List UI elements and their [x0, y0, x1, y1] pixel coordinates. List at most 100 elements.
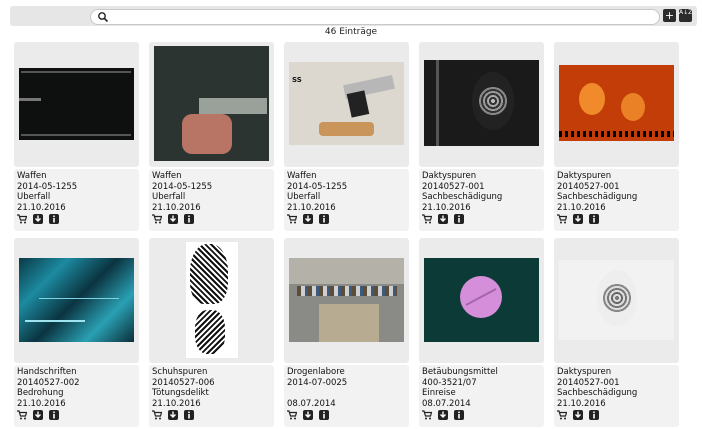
info-icon[interactable]: [454, 214, 465, 224]
cart-icon[interactable]: [152, 410, 162, 420]
card-date: 21.10.2016: [152, 398, 201, 409]
card-date: 21.10.2016: [17, 202, 66, 213]
card-offense: Überfall: [17, 192, 51, 202]
card-date: 21.10.2016: [287, 202, 336, 213]
card-number: 2014-07-0025: [287, 377, 348, 388]
card-actions: [152, 410, 195, 421]
card-photo[interactable]: [554, 42, 679, 167]
card-category: Daktyspuren: [557, 171, 612, 181]
card-photo[interactable]: [149, 42, 274, 167]
card-number: 2014-05-1255: [17, 181, 78, 192]
card-actions: [287, 410, 330, 421]
download-icon[interactable]: [33, 410, 44, 420]
info-icon[interactable]: [184, 410, 195, 420]
info-icon[interactable]: [319, 214, 330, 224]
info-icon[interactable]: [184, 214, 195, 224]
card-number: 20140527-002: [17, 377, 80, 388]
download-icon[interactable]: [438, 410, 449, 420]
download-icon[interactable]: [33, 214, 44, 224]
info-icon[interactable]: [454, 410, 465, 420]
info-icon[interactable]: [589, 214, 600, 224]
cart-icon[interactable]: [557, 214, 567, 224]
card-offense: [287, 388, 406, 399]
card-actions: [422, 214, 465, 225]
card-category: Daktyspuren: [422, 171, 477, 181]
add-button[interactable]: +: [663, 9, 676, 22]
pistol-ammo-image: SS: [289, 62, 404, 145]
info-icon[interactable]: [319, 410, 330, 420]
gunshot-image: [19, 68, 134, 140]
card-number: 20140527-006: [152, 377, 215, 388]
download-icon[interactable]: [168, 214, 179, 224]
pill-image: [424, 258, 539, 342]
cart-icon[interactable]: [17, 410, 27, 420]
card-offense: Bedrohung: [17, 388, 64, 398]
card-offense: Sachbeschädigung: [557, 192, 638, 202]
card-photo[interactable]: SS: [284, 42, 409, 167]
cart-icon[interactable]: [17, 214, 27, 224]
card-category: Waffen: [152, 171, 182, 181]
download-icon[interactable]: [438, 214, 449, 224]
download-icon[interactable]: [573, 410, 584, 420]
card-offense: Tötungsdelikt: [152, 388, 209, 398]
sort-az-button[interactable]: A↓Z: [679, 9, 692, 22]
pistol-hand-image: [154, 46, 269, 161]
card-photo[interactable]: [419, 42, 544, 167]
card-date: 21.10.2016: [17, 398, 66, 409]
card-actions: [422, 410, 465, 421]
latent-print-image: [559, 260, 674, 340]
card-number: 400-3521/07: [422, 377, 477, 388]
card-photo[interactable]: [14, 238, 139, 363]
photo-stamp: SS: [292, 76, 302, 84]
cart-icon[interactable]: [422, 214, 432, 224]
info-icon[interactable]: [49, 410, 60, 420]
info-icon[interactable]: [589, 410, 600, 420]
card-offense: Überfall: [152, 192, 186, 202]
card-offense: Sachbeschädigung: [422, 192, 503, 202]
card-offense: Sachbeschädigung: [557, 388, 638, 398]
download-icon[interactable]: [168, 410, 179, 420]
download-icon[interactable]: [573, 214, 584, 224]
card-actions: [152, 214, 195, 225]
card-number: 2014-05-1255: [287, 181, 348, 192]
card-actions: [287, 214, 330, 225]
card-actions: [557, 410, 600, 421]
download-icon[interactable]: [303, 214, 314, 224]
card-category: Handschriften: [17, 367, 77, 377]
card-date: 08.07.2014: [287, 398, 336, 409]
card-category: Daktyspuren: [557, 367, 612, 377]
card-photo[interactable]: [284, 238, 409, 363]
search-icon: [98, 12, 109, 23]
card-category: Waffen: [17, 171, 47, 181]
cart-icon[interactable]: [557, 410, 567, 420]
card-actions: [557, 214, 600, 225]
card-category: Schuhspuren: [152, 367, 208, 377]
card-photo[interactable]: [149, 238, 274, 363]
download-icon[interactable]: [303, 410, 314, 420]
card-date: 21.10.2016: [152, 202, 201, 213]
cart-icon[interactable]: [422, 410, 432, 420]
card-number: 2014-05-1255: [152, 181, 213, 192]
cart-icon[interactable]: [287, 214, 297, 224]
card-category: Betäubungsmittel: [422, 367, 498, 377]
cart-icon[interactable]: [287, 410, 297, 420]
card-number: 20140527-001: [557, 181, 620, 192]
cart-icon[interactable]: [152, 214, 162, 224]
card-photo[interactable]: [554, 238, 679, 363]
card-offense: Überfall: [287, 192, 321, 202]
fluorescent-print-image: [559, 65, 674, 141]
drug-lab-image: [289, 258, 404, 342]
card-offense: Einreise: [422, 388, 456, 398]
card-photo[interactable]: [14, 42, 139, 167]
handwriting-image: [19, 258, 134, 342]
search-field[interactable]: [90, 9, 660, 25]
card-number: 20140527-001: [422, 181, 485, 192]
card-actions: [17, 410, 60, 421]
card-date: 21.10.2016: [557, 398, 606, 409]
card-photo[interactable]: [419, 238, 544, 363]
card-date: 08.07.2014: [422, 398, 471, 409]
info-icon[interactable]: [49, 214, 60, 224]
search-input[interactable]: [109, 11, 649, 23]
fingerprint-image: [424, 60, 539, 146]
card-date: 21.10.2016: [422, 202, 471, 213]
